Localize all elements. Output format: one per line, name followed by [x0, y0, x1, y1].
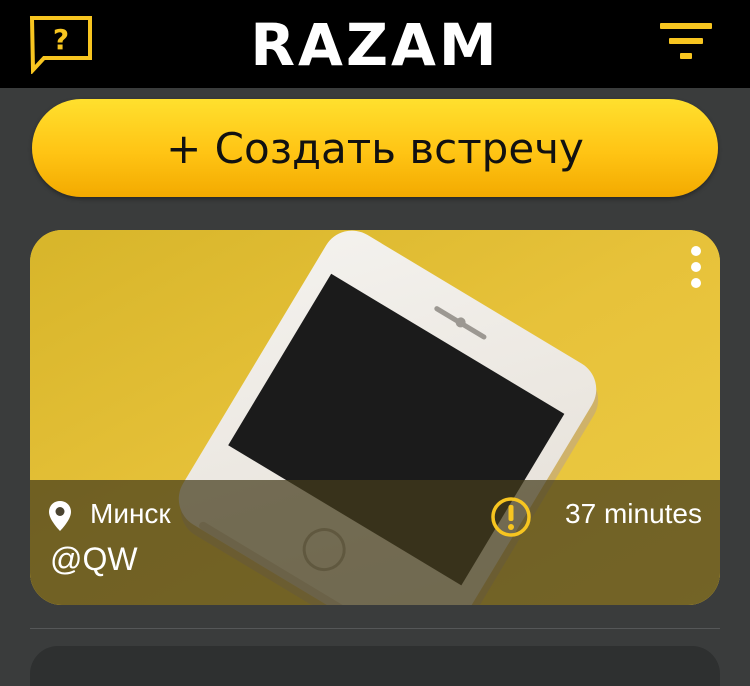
card-author-handle: @QW — [50, 541, 138, 577]
card-time: 37 minutes — [565, 498, 702, 529]
filter-icon[interactable] — [660, 22, 712, 60]
location-pin-icon — [49, 501, 71, 531]
feed-divider — [30, 628, 720, 629]
meeting-card[interactable]: Минск @QW 37 minutes — [30, 230, 720, 605]
top-bar: ? RAZAM — [0, 0, 750, 88]
card-info-overlay: Минск @QW 37 minutes — [30, 480, 720, 605]
more-vertical-icon[interactable] — [684, 244, 708, 290]
warning-icon — [491, 497, 531, 537]
create-meeting-label: + Создать встречу — [166, 123, 584, 173]
card-city: Минск — [90, 498, 171, 529]
create-meeting-button[interactable]: + Создать встречу — [32, 99, 718, 197]
app-logo: RAZAM — [250, 11, 500, 79]
next-card[interactable] — [30, 646, 720, 686]
